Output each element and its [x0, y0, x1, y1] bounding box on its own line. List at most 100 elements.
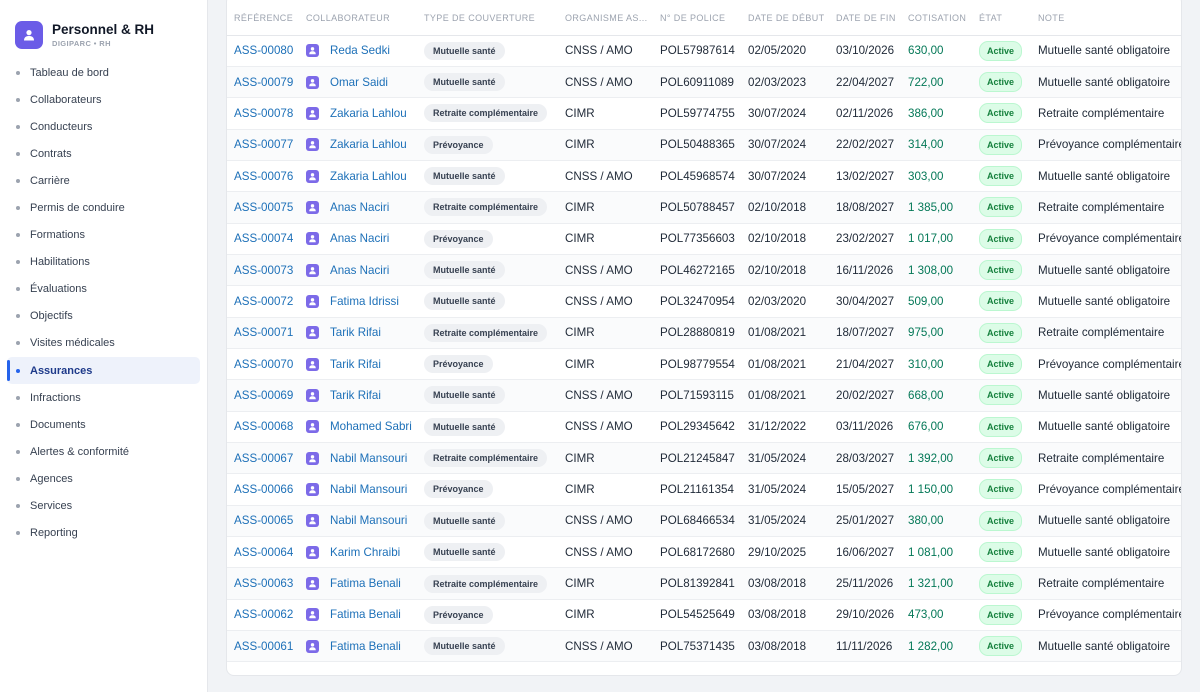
sidebar-item-formations[interactable]: Formations — [7, 222, 200, 249]
table-row[interactable]: ASS-00075 Anas Naciri Retraite complémenta… — [227, 191, 1181, 224]
collaborateur-link[interactable]: Anas Naciri — [330, 264, 389, 277]
collaborateur-link[interactable]: Tarik Rifai — [330, 326, 381, 339]
table-row[interactable]: ASS-00064 Karim Chraibi Mutuelle santé CNSS… — [227, 536, 1181, 569]
table-row[interactable]: ASS-00073 Anas Naciri Mutuelle santé CNSS /… — [227, 254, 1181, 287]
column-header-reference[interactable]: RÉFÉRENCE — [227, 0, 299, 36]
collaborateur-link[interactable]: Nabil Mansouri — [330, 514, 407, 527]
reference-link[interactable]: ASS-00061 — [234, 640, 293, 653]
column-header-cotisation[interactable]: COTISATION — [901, 0, 972, 36]
collaborateur-link[interactable]: Mohamed Sabri — [330, 420, 412, 433]
reference-link[interactable]: ASS-00073 — [234, 264, 293, 277]
sidebar-item-alertes-conformite[interactable]: Alertes & conformité — [7, 438, 200, 465]
collaborateur-link[interactable]: Zakaria Lahlou — [330, 107, 407, 120]
collaborateur-link[interactable]: Anas Naciri — [330, 232, 389, 245]
table-row[interactable]: ASS-00077 Zakaria Lahlou Prévoyance CIMR POL… — [227, 129, 1181, 161]
reference-link[interactable]: ASS-00075 — [234, 201, 293, 214]
collaborateur-link[interactable]: Karim Chraibi — [330, 546, 400, 559]
reference-link[interactable]: ASS-00065 — [234, 514, 293, 527]
reference-link[interactable]: ASS-00079 — [234, 76, 293, 89]
sidebar-item-contrats[interactable]: Contrats — [7, 140, 200, 167]
column-header-type-couverture[interactable]: TYPE DE COUVERTURE — [417, 0, 558, 36]
collaborateur-link[interactable]: Nabil Mansouri — [330, 452, 407, 465]
reference-link[interactable]: ASS-00068 — [234, 420, 293, 433]
table-row[interactable]: ASS-00069 Tarik Rifai Mutuelle santé CNSS /… — [227, 379, 1181, 412]
sidebar-item-assurances[interactable]: Assurances — [7, 357, 200, 385]
reference-link[interactable]: ASS-00062 — [234, 608, 293, 621]
column-header-collaborateur[interactable]: COLLABORATEUR — [299, 0, 417, 36]
reference-link[interactable]: ASS-00074 — [234, 232, 293, 245]
table-row[interactable]: ASS-00076 Zakaria Lahlou Mutuelle santé CNS… — [227, 160, 1181, 193]
collaborateur-link[interactable]: Zakaria Lahlou — [330, 170, 407, 183]
sidebar-item-carriere[interactable]: Carrière — [7, 167, 200, 194]
reference-link[interactable]: ASS-00067 — [234, 452, 293, 465]
status-badge: Active — [979, 134, 1023, 155]
table-row[interactable]: ASS-00068 Mohamed Sabri Mutuelle santé CNSS… — [227, 411, 1181, 443]
sidebar-item-documents[interactable]: Documents — [7, 411, 200, 438]
table-row[interactable]: ASS-00078 Zakaria Lahlou Retraite compléme… — [227, 97, 1181, 130]
column-header-etat[interactable]: ÉTAT — [972, 0, 1031, 36]
collaborateur-link[interactable]: Fatima Idrissi — [330, 295, 399, 308]
column-header-police[interactable]: N° DE POLICE — [653, 0, 741, 36]
table-row[interactable]: ASS-00067 Nabil Mansouri Retraite compléme… — [227, 442, 1181, 475]
table-row[interactable]: ASS-00079 Omar Saidi Mutuelle santé CNSS / … — [227, 66, 1181, 99]
column-header-date-debut[interactable]: DATE DE DÉBUT — [741, 0, 829, 36]
column-header-organisme[interactable]: ORGANISME AS... — [558, 0, 653, 36]
collaborateur-link[interactable]: Tarik Rifai — [330, 389, 381, 402]
cell-reference: ASS-00066 — [227, 473, 299, 506]
table-row[interactable]: ASS-00061 Fatima Benali Mutuelle santé CNSS… — [227, 630, 1181, 663]
sidebar-item-infractions[interactable]: Infractions — [7, 384, 200, 411]
table-row[interactable]: ASS-00070 Tarik Rifai Prévoyance CIMR POL987… — [227, 348, 1181, 381]
column-header-note[interactable]: NOTE — [1031, 0, 1181, 36]
collaborateur-link[interactable]: Fatima Benali — [330, 640, 401, 653]
collaborateur-link[interactable]: Fatima Benali — [330, 608, 401, 621]
sidebar-item-reporting[interactable]: Reporting — [7, 520, 200, 547]
status-badge: Active — [979, 72, 1023, 93]
sidebar-item-habilitations[interactable]: Habilitations — [7, 249, 200, 276]
reference-link[interactable]: ASS-00063 — [234, 577, 293, 590]
table-row[interactable]: ASS-00074 Anas Naciri Prévoyance CIMR POL773… — [227, 223, 1181, 255]
reference-link[interactable]: ASS-00070 — [234, 358, 293, 371]
collaborateur-link[interactable]: Nabil Mansouri — [330, 483, 407, 496]
reference-link[interactable]: ASS-00071 — [234, 326, 293, 339]
column-header-date-fin[interactable]: DATE DE FIN — [829, 0, 901, 36]
reference-link[interactable]: ASS-00066 — [234, 483, 293, 496]
table-row[interactable]: ASS-00080 Reda Sedki Mutuelle santé CNSS / … — [227, 35, 1181, 67]
reference-link[interactable]: ASS-00078 — [234, 107, 293, 120]
reference-link[interactable]: ASS-00064 — [234, 546, 293, 559]
sidebar-item-services[interactable]: Services — [7, 493, 200, 520]
person-icon — [306, 577, 319, 591]
collaborateur-link[interactable]: Zakaria Lahlou — [330, 138, 407, 151]
sidebar-item-agences[interactable]: Agences — [7, 465, 200, 492]
reference-link[interactable]: ASS-00077 — [234, 138, 293, 151]
sidebar-item-tableau-de-bord[interactable]: Tableau de bord — [7, 59, 200, 86]
table-row[interactable]: ASS-00072 Fatima Idrissi Mutuelle santé CNS… — [227, 285, 1181, 318]
collaborateur-link[interactable]: Fatima Benali — [330, 577, 401, 590]
cell-reference: ASS-00072 — [227, 285, 299, 318]
cell-type-couverture: Mutuelle santé — [417, 160, 558, 193]
table-row[interactable]: ASS-00065 Nabil Mansouri Mutuelle santé CNS… — [227, 505, 1181, 538]
sidebar-item-collaborateurs[interactable]: Collaborateurs — [7, 86, 200, 113]
cell-organisme: CNSS / AMO — [558, 536, 653, 569]
collaborateur-link[interactable]: Tarik Rifai — [330, 358, 381, 371]
table-row[interactable]: ASS-00071 Tarik Rifai Retraite complémenta… — [227, 317, 1181, 349]
sidebar-item-objectifs[interactable]: Objectifs — [7, 303, 200, 330]
cell-note: Mutuelle santé obligatoire — [1031, 411, 1181, 443]
brand: Personnel & RH DIGIPARC • RH — [0, 0, 207, 56]
sidebar-item-visites-medicales[interactable]: Visites médicales — [7, 330, 200, 357]
cell-note: Mutuelle santé obligatoire — [1031, 536, 1181, 569]
sidebar-item-evaluations[interactable]: Évaluations — [7, 276, 200, 303]
collaborateur-link[interactable]: Omar Saidi — [330, 76, 388, 89]
table-row[interactable]: ASS-00063 Fatima Benali Retraite complémen… — [227, 567, 1181, 600]
reference-link[interactable]: ASS-00080 — [234, 44, 293, 57]
table-row[interactable]: ASS-00066 Nabil Mansouri Prévoyance CIMR POL… — [227, 473, 1181, 506]
collaborateur-link[interactable]: Reda Sedki — [330, 44, 390, 57]
person-icon — [306, 357, 319, 371]
cell-etat: Active — [972, 160, 1031, 193]
reference-link[interactable]: ASS-00072 — [234, 295, 293, 308]
table-row[interactable]: ASS-00062 Fatima Benali Prévoyance CIMR POL5… — [227, 599, 1181, 632]
sidebar-item-permis-de-conduire[interactable]: Permis de conduire — [7, 194, 200, 221]
collaborateur-link[interactable]: Anas Naciri — [330, 201, 389, 214]
sidebar-item-conducteurs[interactable]: Conducteurs — [7, 113, 200, 140]
reference-link[interactable]: ASS-00069 — [234, 389, 293, 402]
reference-link[interactable]: ASS-00076 — [234, 170, 293, 183]
